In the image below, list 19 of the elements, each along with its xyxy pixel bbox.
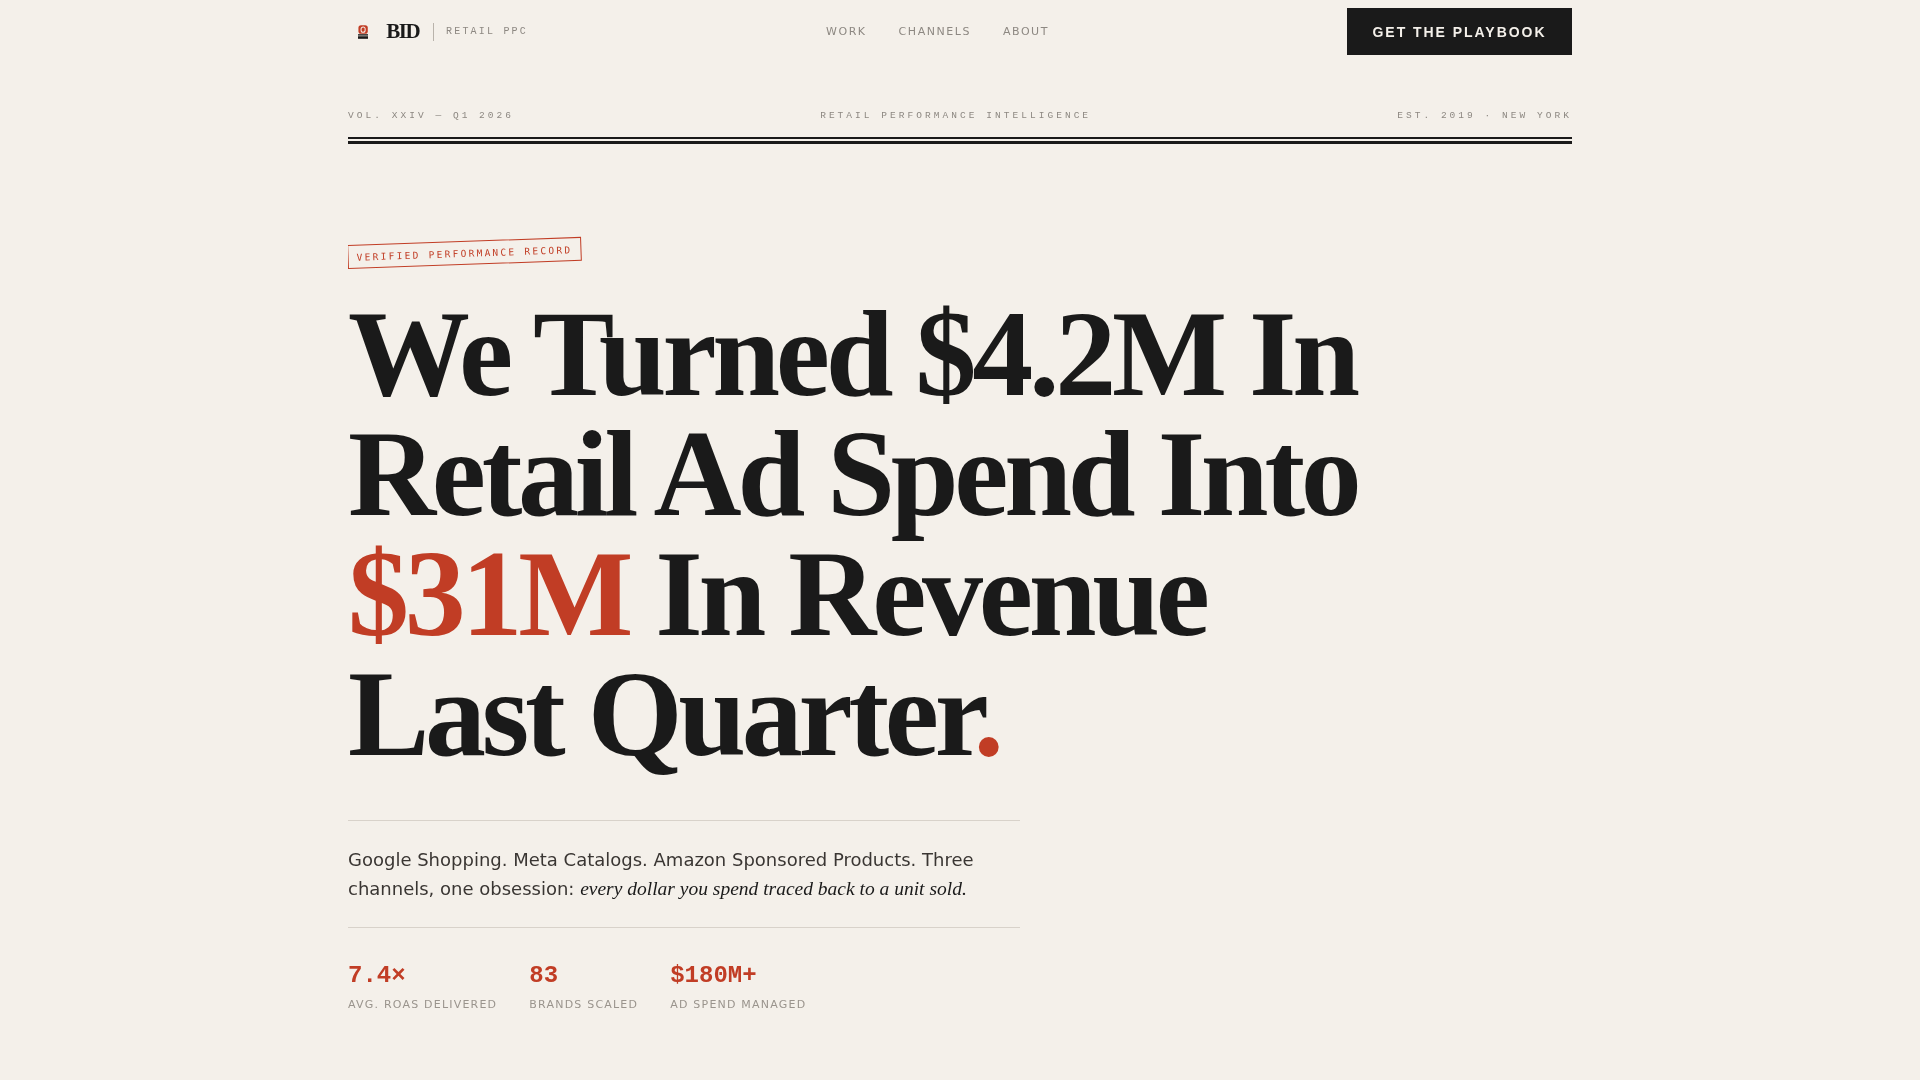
hero-description: Google Shopping. Meta Catalogs. Amazon Sponsored Products. Three channels, one obsession: every dollar you spend traced back to a unit sold. <box>348 848 975 901</box>
stat-value: 83 <box>529 962 559 990</box>
publication-label: RETAIL PERFORMANCE INTELLIGENCE <box>820 109 1092 123</box>
logo-icon <box>358 23 369 40</box>
playbook-button[interactable]: GET THE PLAYBOOK <box>1347 8 1572 55</box>
location-label: EST. 2019 · NEW YORK <box>1397 109 1572 123</box>
stat-label: AVG. ROAS DELIVERED <box>348 998 498 1011</box>
hero-headline: We Turned $4.2M In Retail Ad Spend Into $31M In Revenue Last Quarter. <box>348 288 1359 783</box>
stat-value: $180M+ <box>670 962 757 990</box>
issue-label: VOL. XXIV — Q1 2026 <box>348 109 515 123</box>
stat-label: BRANDS SCALED <box>529 998 639 1011</box>
stat-value: 7.4× <box>348 962 406 990</box>
brand-tagline: RETAIL PPC <box>446 26 528 37</box>
nav-link[interactable]: WORK <box>826 25 867 38</box>
verified-stamp: VERIFIED PERFORMANCE RECORD <box>348 236 582 269</box>
stat-label: AD SPEND MANAGED <box>670 998 807 1011</box>
brand-name[interactable]: BID <box>386 21 420 42</box>
nav-link[interactable]: CHANNELS <box>898 25 971 38</box>
nav-link[interactable]: ABOUT <box>1002 25 1049 38</box>
